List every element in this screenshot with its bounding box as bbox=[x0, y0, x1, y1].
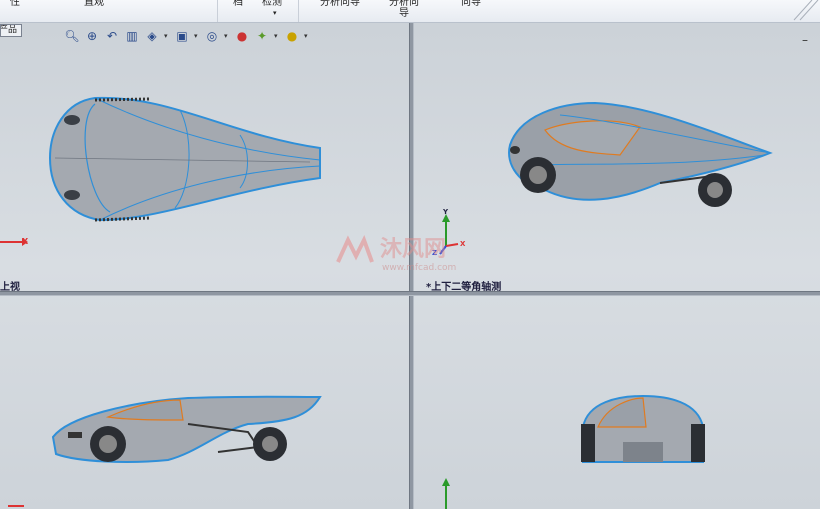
section-view-icon[interactable]: ▥ bbox=[124, 28, 140, 44]
viewport-splitter-horizontal[interactable] bbox=[0, 291, 820, 296]
view-orientation-icon[interactable]: ◈ bbox=[144, 28, 160, 44]
feature-tree-tab[interactable]: 产品 bbox=[0, 24, 22, 37]
chevron-down-icon[interactable]: ▾ bbox=[304, 32, 310, 40]
toolbar-item-property[interactable]: 性 bbox=[10, 0, 20, 8]
chevron-down-icon[interactable]: ▾ bbox=[164, 32, 170, 40]
axis-y-icon bbox=[442, 478, 450, 509]
svg-text:www.mfcad.com: www.mfcad.com bbox=[382, 263, 456, 273]
toolbar-divider bbox=[217, 0, 218, 22]
chevron-down-icon[interactable]: ▾ bbox=[194, 32, 200, 40]
front-view-model[interactable] bbox=[578, 392, 708, 467]
minimize-viewport-icon[interactable]: – bbox=[802, 33, 808, 47]
svg-text:沐风网: 沐风网 bbox=[380, 237, 446, 262]
toolbar-item-analysis-wizard[interactable]: 分析向导 bbox=[320, 0, 360, 8]
viewport-label-top: 上视 bbox=[0, 282, 20, 293]
view-settings-icon[interactable]: ● bbox=[284, 28, 300, 44]
isometric-view-model[interactable] bbox=[500, 95, 775, 215]
toolbar-divider bbox=[298, 0, 299, 22]
apply-scene-icon[interactable]: ✦ bbox=[254, 28, 270, 44]
side-view-model[interactable] bbox=[48, 392, 323, 467]
chevron-down-icon[interactable]: ▾ bbox=[274, 32, 280, 40]
zoom-area-icon[interactable]: ⊕ bbox=[84, 28, 100, 44]
previous-view-icon[interactable]: ↶ bbox=[104, 28, 120, 44]
toolbar-item-wizard[interactable]: 向导 bbox=[461, 0, 481, 8]
toolbar-item-intuitive[interactable]: 直观 bbox=[84, 0, 104, 8]
edit-appearance-icon[interactable]: ● bbox=[234, 28, 250, 44]
hide-show-icon[interactable]: ◎ bbox=[204, 28, 220, 44]
toolbar-item-file[interactable]: 档 bbox=[233, 0, 243, 8]
toolbar-item-check[interactable]: 检测 bbox=[262, 0, 282, 8]
heads-up-view-toolbar: 🔍︎ ⊕ ↶ ▥ ◈ ▾ ▣ ▾ ◎ ▾ ● ✦ ▾ ● ▾ bbox=[64, 27, 310, 45]
toolbar-hatch-icon bbox=[793, 0, 819, 21]
axis-y-label: Y bbox=[443, 208, 449, 216]
display-style-icon[interactable]: ▣ bbox=[174, 28, 190, 44]
top-view-model[interactable] bbox=[0, 90, 330, 225]
chevron-down-icon[interactable]: ▾ bbox=[224, 32, 230, 40]
command-manager-bar: 性 直观 档 检测 ▾ 分析向导 分析向导 向导 bbox=[0, 0, 820, 23]
zoom-to-fit-icon[interactable]: 🔍︎ bbox=[64, 28, 80, 44]
viewport-label-isometric: *上下二等角轴测 bbox=[426, 282, 502, 293]
toolbar-item-analysis-wizard-2[interactable]: 分析向导 bbox=[389, 0, 419, 19]
axis-x-label: X bbox=[22, 237, 29, 246]
watermark-logo: 沐风网 www.mfcad.com bbox=[336, 234, 456, 273]
axis-marker-icon bbox=[8, 505, 24, 507]
dropdown-arrow-icon[interactable]: ▾ bbox=[273, 8, 277, 19]
